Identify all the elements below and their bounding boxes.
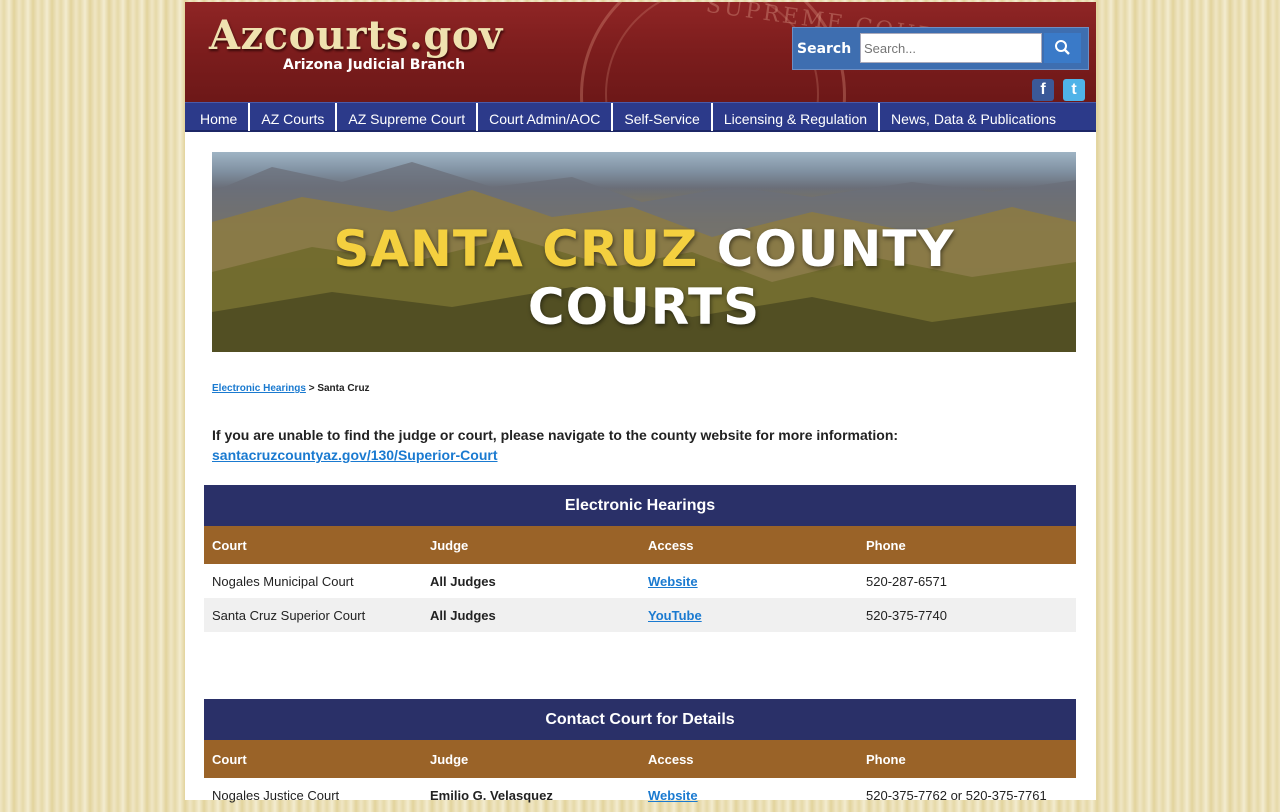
twitter-icon[interactable]: t (1063, 79, 1085, 101)
breadcrumb-link-electronic-hearings[interactable]: Electronic Hearings (212, 383, 306, 394)
cell-judge: All Judges (430, 607, 496, 623)
nav-licensing[interactable]: Licensing & Regulation (713, 102, 881, 131)
header-access: Access (648, 751, 694, 767)
cell-phone: 520-375-7740 (866, 607, 947, 623)
search-label: Search (797, 41, 852, 57)
info-block: If you are unable to find the judge or c… (212, 427, 898, 463)
breadcrumb: Electronic Hearings > Santa Cruz (212, 383, 370, 394)
cell-phone: 520-287-6571 (866, 573, 947, 589)
twitter-glyph: t (1071, 81, 1077, 98)
nav-court-admin[interactable]: Court Admin/AOC (478, 102, 614, 131)
cell-court: Santa Cruz Superior Court (212, 607, 366, 623)
header-judge: Judge (430, 751, 469, 767)
banner-title-county: SANTA CRUZ (333, 220, 699, 278)
access-link[interactable]: Website (648, 574, 698, 589)
table-header: Court Judge Access Phone (204, 740, 1076, 778)
cell-phone: 520-375-7762 or 520-375-7761 (866, 787, 1047, 803)
cell-court: Nogales Municipal Court (212, 573, 354, 589)
page-container: SUPREME COURT Azcourts.gov Arizona Judic… (185, 2, 1096, 803)
facebook-icon[interactable]: f (1032, 79, 1054, 101)
nav-self-service[interactable]: Self-Service (613, 102, 713, 131)
header-court: Court (212, 537, 247, 553)
cell-access: Website (640, 574, 858, 589)
search-icon (1055, 40, 1070, 55)
search-button[interactable] (1044, 33, 1081, 63)
site-sublogo: Arizona Judicial Branch (283, 57, 466, 73)
header-phone: Phone (866, 537, 906, 553)
cell-access: YouTube (640, 608, 858, 623)
site-logo[interactable]: Azcourts.gov (209, 12, 503, 59)
main-nav: Home AZ Courts AZ Supreme Court Court Ad… (185, 102, 1096, 132)
search-box: Search (792, 27, 1089, 70)
cell-court: Nogales Justice Court (212, 787, 340, 803)
county-website-link[interactable]: santacruzcountyaz.gov/130/Superior-Court (212, 447, 898, 463)
table-title: Electronic Hearings (204, 485, 1076, 526)
facebook-glyph: f (1040, 81, 1046, 98)
nav-az-courts[interactable]: AZ Courts (250, 102, 338, 131)
hero-banner: SANTA CRUZ COUNTY COURTS (212, 152, 1076, 352)
nav-az-supreme-court[interactable]: AZ Supreme Court (337, 102, 479, 131)
banner-title: SANTA CRUZ COUNTY COURTS (212, 220, 1076, 336)
access-link[interactable]: Website (648, 788, 698, 803)
site-header: SUPREME COURT Azcourts.gov Arizona Judic… (185, 2, 1096, 102)
header-judge: Judge (430, 537, 469, 553)
table-row: Nogales Justice Court Emilio G. Velasque… (204, 778, 1076, 812)
table-row: Santa Cruz Superior Court All Judges You… (204, 598, 1076, 632)
cell-judge: All Judges (430, 573, 496, 589)
breadcrumb-current: Santa Cruz (317, 383, 370, 394)
table-title: Contact Court for Details (204, 699, 1076, 740)
contact-court-table: Contact Court for Details Court Judge Ac… (204, 699, 1076, 812)
table-header: Court Judge Access Phone (204, 526, 1076, 564)
access-link[interactable]: YouTube (648, 608, 702, 623)
search-input[interactable] (860, 33, 1042, 63)
cell-access: Website (640, 788, 858, 803)
header-phone: Phone (866, 751, 906, 767)
cell-judge: Emilio G. Velasquez (430, 787, 553, 803)
header-access: Access (648, 537, 694, 553)
nav-news-data[interactable]: News, Data & Publications (880, 103, 1067, 131)
header-court: Court (212, 751, 247, 767)
nav-home[interactable]: Home (185, 102, 251, 131)
table-row: Nogales Municipal Court All Judges Websi… (204, 564, 1076, 598)
breadcrumb-separator: > (308, 383, 315, 394)
electronic-hearings-table: Electronic Hearings Court Judge Access P… (204, 485, 1076, 632)
info-text: If you are unable to find the judge or c… (212, 427, 899, 443)
